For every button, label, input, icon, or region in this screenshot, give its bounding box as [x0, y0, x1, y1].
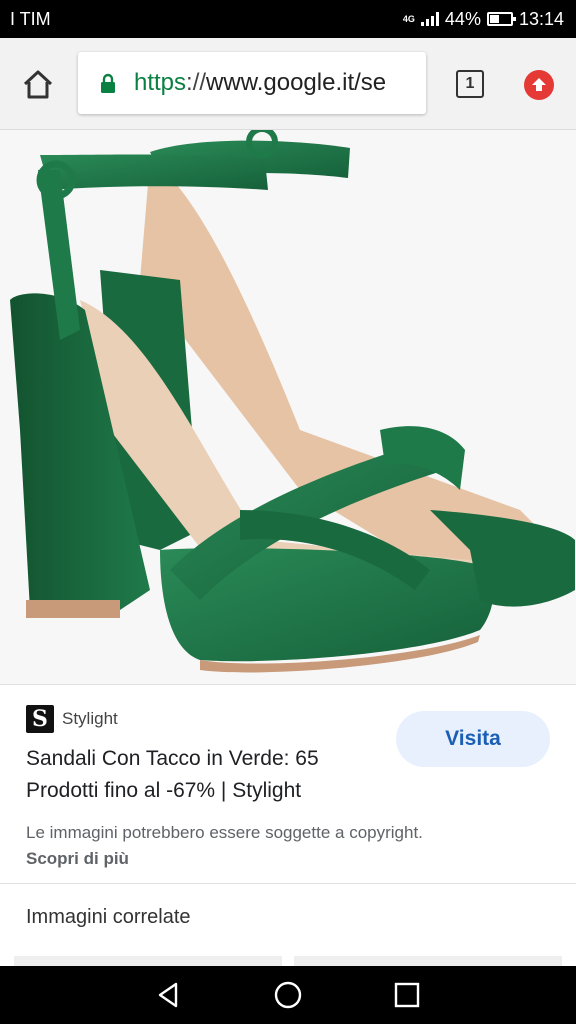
url-separator: :// [186, 69, 207, 96]
tab-switcher-icon[interactable]: 1 [456, 70, 484, 98]
url-scheme: https [134, 69, 187, 96]
source-row[interactable]: S Stylight [26, 705, 118, 733]
result-card: S Stylight Sandali Con Tacco in Verde: 6… [0, 684, 576, 884]
clock: 13:14 [518, 8, 564, 29]
related-thumb[interactable] [14, 956, 282, 966]
update-icon[interactable] [524, 70, 554, 100]
carrier-label: I TIM [10, 8, 51, 29]
system-nav-bar [0, 966, 576, 1024]
home-circle-icon[interactable] [273, 980, 303, 1010]
result-title[interactable]: Sandali Con Tacco in Verde: 65 Prodotti … [26, 743, 376, 807]
learn-more-link[interactable]: Scopri di più [26, 849, 129, 869]
visit-button[interactable]: Visita [396, 711, 550, 767]
stylight-logo: S [26, 705, 54, 733]
battery-icon [486, 12, 516, 26]
url-text: https://www.google.it/se [134, 69, 386, 97]
result-image[interactable] [0, 130, 576, 684]
lock-icon [101, 73, 115, 93]
back-icon[interactable] [154, 980, 184, 1010]
source-name: Stylight [62, 709, 118, 728]
browser-toolbar: https://www.google.it/se 1 [0, 38, 576, 130]
update-arrow-glyph [532, 78, 546, 91]
copyright-notice: Le immagini potrebbero essere soggette a… [26, 823, 423, 842]
tab-count: 1 [465, 75, 475, 92]
recents-icon[interactable] [392, 980, 422, 1010]
sandal-illustration [10, 130, 575, 673]
related-images-heading: Immagini correlate [26, 906, 191, 928]
related-images-strip[interactable] [14, 956, 562, 966]
home-icon[interactable] [20, 66, 56, 102]
battery-percent: 44% [444, 8, 481, 29]
heel-tip [26, 600, 120, 618]
status-right: 4G 44% 13:14 [403, 9, 564, 30]
signal-icon [420, 12, 439, 26]
address-bar[interactable]: https://www.google.it/se [78, 52, 426, 114]
status-bar: I TIM 4G 44% 13:14 [0, 0, 576, 38]
url-host: www.google.it/se [206, 69, 387, 96]
network-type: 4G [402, 13, 415, 24]
related-thumb[interactable] [294, 956, 562, 966]
